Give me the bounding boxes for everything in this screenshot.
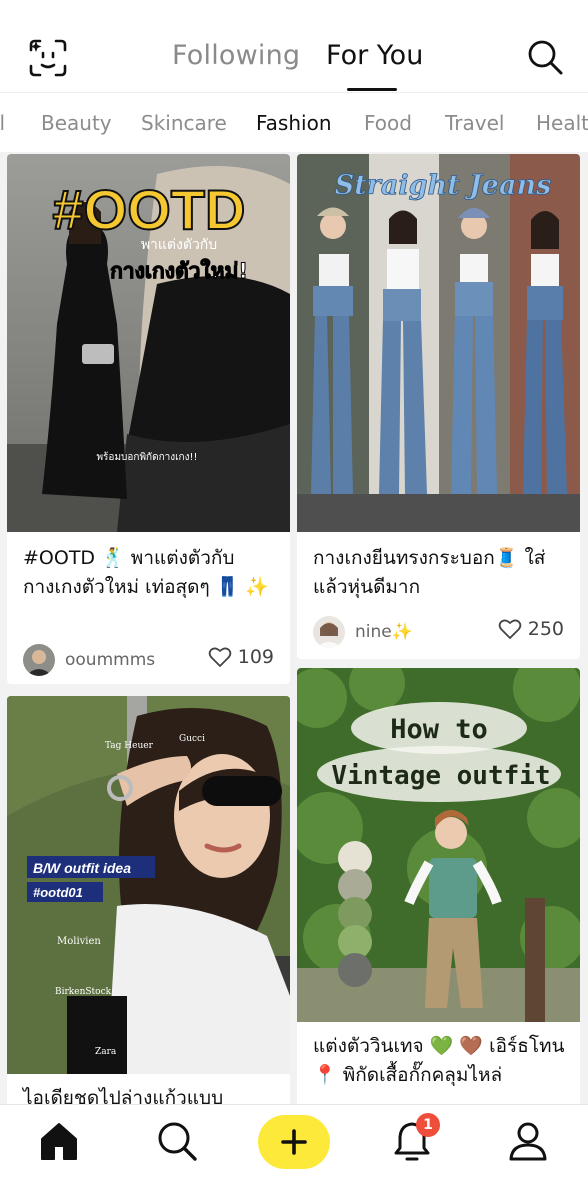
- post-card[interactable]: Straight Jeans กางเกงยีนทรงกระบอก🧵 ใส่แล…: [297, 154, 580, 659]
- category-travel[interactable]: Travel: [445, 111, 504, 135]
- tag-label: Molivien: [57, 936, 101, 947]
- category-fashion[interactable]: Fashion: [256, 111, 332, 135]
- like-button[interactable]: 109: [208, 646, 274, 668]
- top-bar: Following For You: [0, 0, 588, 92]
- post-title: กางเกงยีนทรงกระบอก🧵 ใส่แล้วหุ่นดีมาก: [313, 547, 546, 598]
- search-icon[interactable]: [526, 38, 564, 76]
- tab-following[interactable]: Following: [172, 40, 300, 71]
- tab-active-indicator: [347, 88, 397, 91]
- overlay-caption-text: พร้อมบอกพิกัดกางเกง!!: [96, 451, 197, 463]
- post-title: ไอเดียชุดไปล่างแก้วแบบ: [23, 1087, 224, 1104]
- search-icon[interactable]: [155, 1119, 199, 1163]
- feed: #OOTD พาแต่งตัวกับ กางเกงตัวใหม่! พร้อมบ…: [0, 152, 588, 1104]
- author-name: nine✨: [355, 622, 413, 642]
- category-bar: ll Beauty Skincare Fashion Food Travel H…: [0, 92, 588, 152]
- overlay-vintage-outfit-text: Vintage outfit: [331, 761, 550, 791]
- person-icon[interactable]: [506, 1119, 550, 1163]
- overlay-headline-text: กางเกงตัวใหม่!: [110, 258, 248, 283]
- overlay-straight-jeans-text: Straight Jeans: [335, 170, 552, 201]
- heart-icon: [498, 619, 522, 639]
- tag-label: Tag Heuer: [105, 741, 154, 751]
- avatar: [23, 644, 55, 676]
- category-beauty[interactable]: Beauty: [41, 111, 112, 135]
- like-button[interactable]: 250: [498, 618, 564, 640]
- heart-icon: [208, 647, 232, 667]
- tag-label: Gucci: [179, 734, 205, 744]
- author-name: ooummms: [65, 650, 156, 670]
- category-item[interactable]: ll: [0, 111, 5, 135]
- post-card[interactable]: How to Vintage outfit แต่งตัววินเทจ 💚 🤎 …: [297, 668, 580, 1104]
- main-tabs: Following For You: [0, 38, 588, 91]
- tab-for-you[interactable]: For You: [326, 40, 423, 71]
- tag-label: Zara: [95, 1047, 117, 1057]
- tag-label: BirkenStock: [55, 987, 112, 997]
- post-title: #OOTD 🕺 พาแต่งตัวกับ กางเกงตัวใหม่ เท่อส…: [23, 547, 270, 598]
- post-image[interactable]: #OOTD พาแต่งตัวกับ กางเกงตัวใหม่! พร้อมบ…: [7, 154, 290, 532]
- avatar: [313, 616, 345, 648]
- overlay-how-to-text: How to: [390, 714, 488, 745]
- category-skincare[interactable]: Skincare: [141, 111, 227, 135]
- post-image[interactable]: B/W outfit idea #ootd01 Tag Heuer Gucci …: [7, 696, 290, 1074]
- like-count: 250: [527, 618, 564, 640]
- create-post-button[interactable]: [258, 1115, 330, 1169]
- color-palette: [338, 841, 372, 987]
- notification-badge: 1: [416, 1113, 440, 1137]
- like-count: 109: [237, 646, 274, 668]
- post-title: แต่งตัววินเทจ 💚 🤎 เอิร์ธโทน 📍 พิกัดเสื้อ…: [313, 1035, 565, 1086]
- post-image[interactable]: Straight Jeans: [297, 154, 580, 532]
- post-card[interactable]: #OOTD พาแต่งตัวกับ กางเกงตัวใหม่! พร้อมบ…: [7, 154, 290, 684]
- post-card[interactable]: B/W outfit idea #ootd01 Tag Heuer Gucci …: [7, 696, 290, 1104]
- bottom-nav: 1: [0, 1104, 588, 1200]
- overlay-bw-outfit-text: B/W outfit idea: [33, 860, 131, 876]
- plus-icon: [281, 1129, 307, 1155]
- overlay-ootd-text: #OOTD: [53, 178, 246, 241]
- overlay-ootd01-text: #ootd01: [33, 885, 83, 900]
- category-health[interactable]: Healt: [536, 111, 588, 135]
- post-author[interactable]: ooummms: [23, 644, 155, 676]
- overlay-subtitle-text: พาแต่งตัวกับ: [141, 237, 217, 253]
- home-icon[interactable]: [37, 1119, 81, 1163]
- category-food[interactable]: Food: [364, 111, 412, 135]
- post-author[interactable]: nine✨: [313, 616, 413, 648]
- post-image[interactable]: How to Vintage outfit: [297, 668, 580, 1022]
